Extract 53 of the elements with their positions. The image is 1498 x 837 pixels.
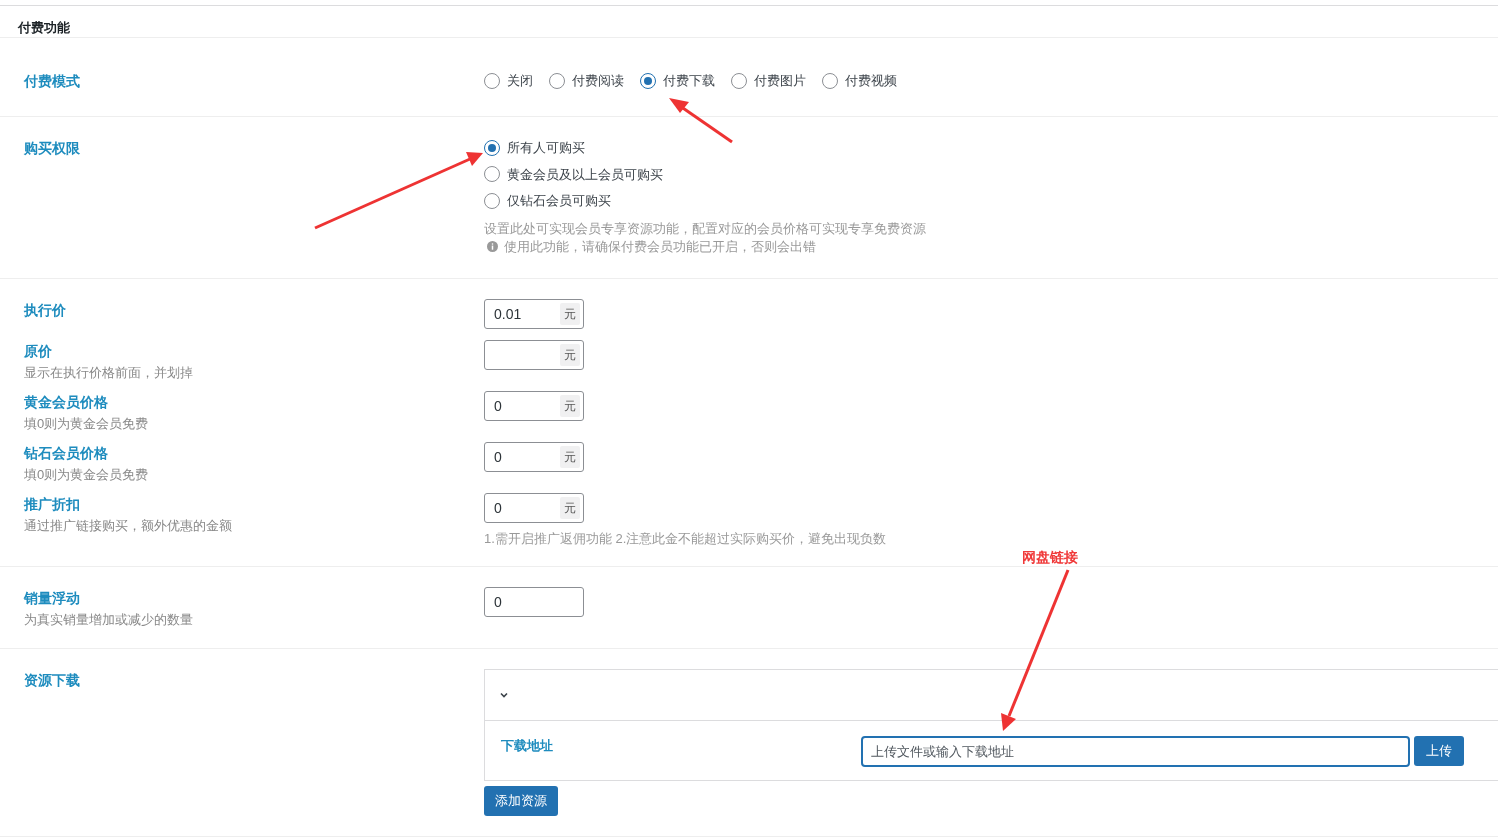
field-label: 推广折扣 (24, 495, 81, 514)
section-title: 付费功能 (18, 20, 70, 35)
price-input[interactable]: 元 (484, 340, 584, 370)
upload-button[interactable]: 上传 (1414, 736, 1464, 766)
unit-label: 元 (560, 446, 580, 468)
unit-label: 元 (560, 344, 580, 366)
unit-label: 元 (560, 303, 580, 325)
field-label: 销量浮动 (24, 589, 81, 608)
info-icon (487, 241, 498, 252)
warning-text: 使用此功能，请确保付费会员功能已开启，否则会出错 (504, 237, 816, 256)
radio-button[interactable] (640, 73, 656, 89)
radio-button[interactable] (484, 192, 500, 209)
price-input[interactable]: 0.01 元 (484, 299, 584, 329)
radio-button[interactable] (549, 73, 565, 89)
field-hint: 填0则为黄金会员免费 (24, 415, 150, 433)
field-hint: 填0则为黄金会员免费 (24, 466, 150, 484)
help-text: 设置此处可实现会员专享资源功能，配置对应的会员价格可实现专享免费资源 (484, 219, 926, 238)
radio-button[interactable] (822, 73, 838, 89)
radio-option[interactable]: 黄金会员及以上会员可购买 (484, 164, 926, 184)
radio-option[interactable]: 仅钻石会员可购买 (484, 191, 926, 211)
field-hint: 通过推广链接购买，额外优惠的金额 (24, 517, 233, 535)
field-hint: 为真实销量增加或减少的数量 (24, 611, 194, 629)
field-label: 购买权限 (24, 139, 81, 158)
radio-button[interactable] (731, 73, 747, 89)
field-label: 付费模式 (24, 72, 81, 91)
price-input[interactable]: 0 元 (484, 391, 584, 421)
radio-button[interactable] (484, 139, 500, 156)
add-resource-button[interactable]: 添加资源 (484, 786, 558, 816)
number-input[interactable]: 0 (484, 587, 584, 617)
radio-option[interactable]: 所有人可购买 (484, 138, 926, 158)
radio-option[interactable]: 付费阅读 (549, 71, 624, 91)
url-input[interactable]: 上传文件或输入下载地址 (861, 736, 1410, 767)
field-label: 资源下载 (24, 671, 81, 690)
radio-option[interactable]: 关闭 (484, 71, 533, 91)
field-label: 下载地址 (501, 737, 554, 755)
unit-label: 元 (560, 497, 580, 519)
help-text: 1.需开启推广返佣功能 2.注意此金不能超过实际购买价，避免出现负数 (484, 530, 887, 548)
chevron-icon[interactable] (499, 690, 509, 700)
unit-label: 元 (560, 395, 580, 417)
price-input[interactable]: 0 元 (484, 442, 584, 472)
field-label: 执行价 (24, 301, 67, 320)
radio-option[interactable]: 付费下载 (640, 71, 715, 91)
radio-button[interactable] (484, 166, 500, 183)
field-hint: 显示在执行价格前面，并划掉 (24, 364, 194, 382)
radio-button[interactable] (484, 73, 500, 89)
field-label: 钻石会员价格 (24, 444, 109, 463)
radio-option[interactable]: 付费图片 (731, 71, 806, 91)
price-input[interactable]: 0 元 (484, 493, 584, 523)
annotation-text: 网盘链接 (1022, 548, 1078, 567)
field-label: 原价 (24, 342, 53, 361)
field-label: 黄金会员价格 (24, 393, 109, 412)
annotation-arrow (669, 98, 733, 144)
radio-option[interactable]: 付费视频 (822, 71, 897, 91)
